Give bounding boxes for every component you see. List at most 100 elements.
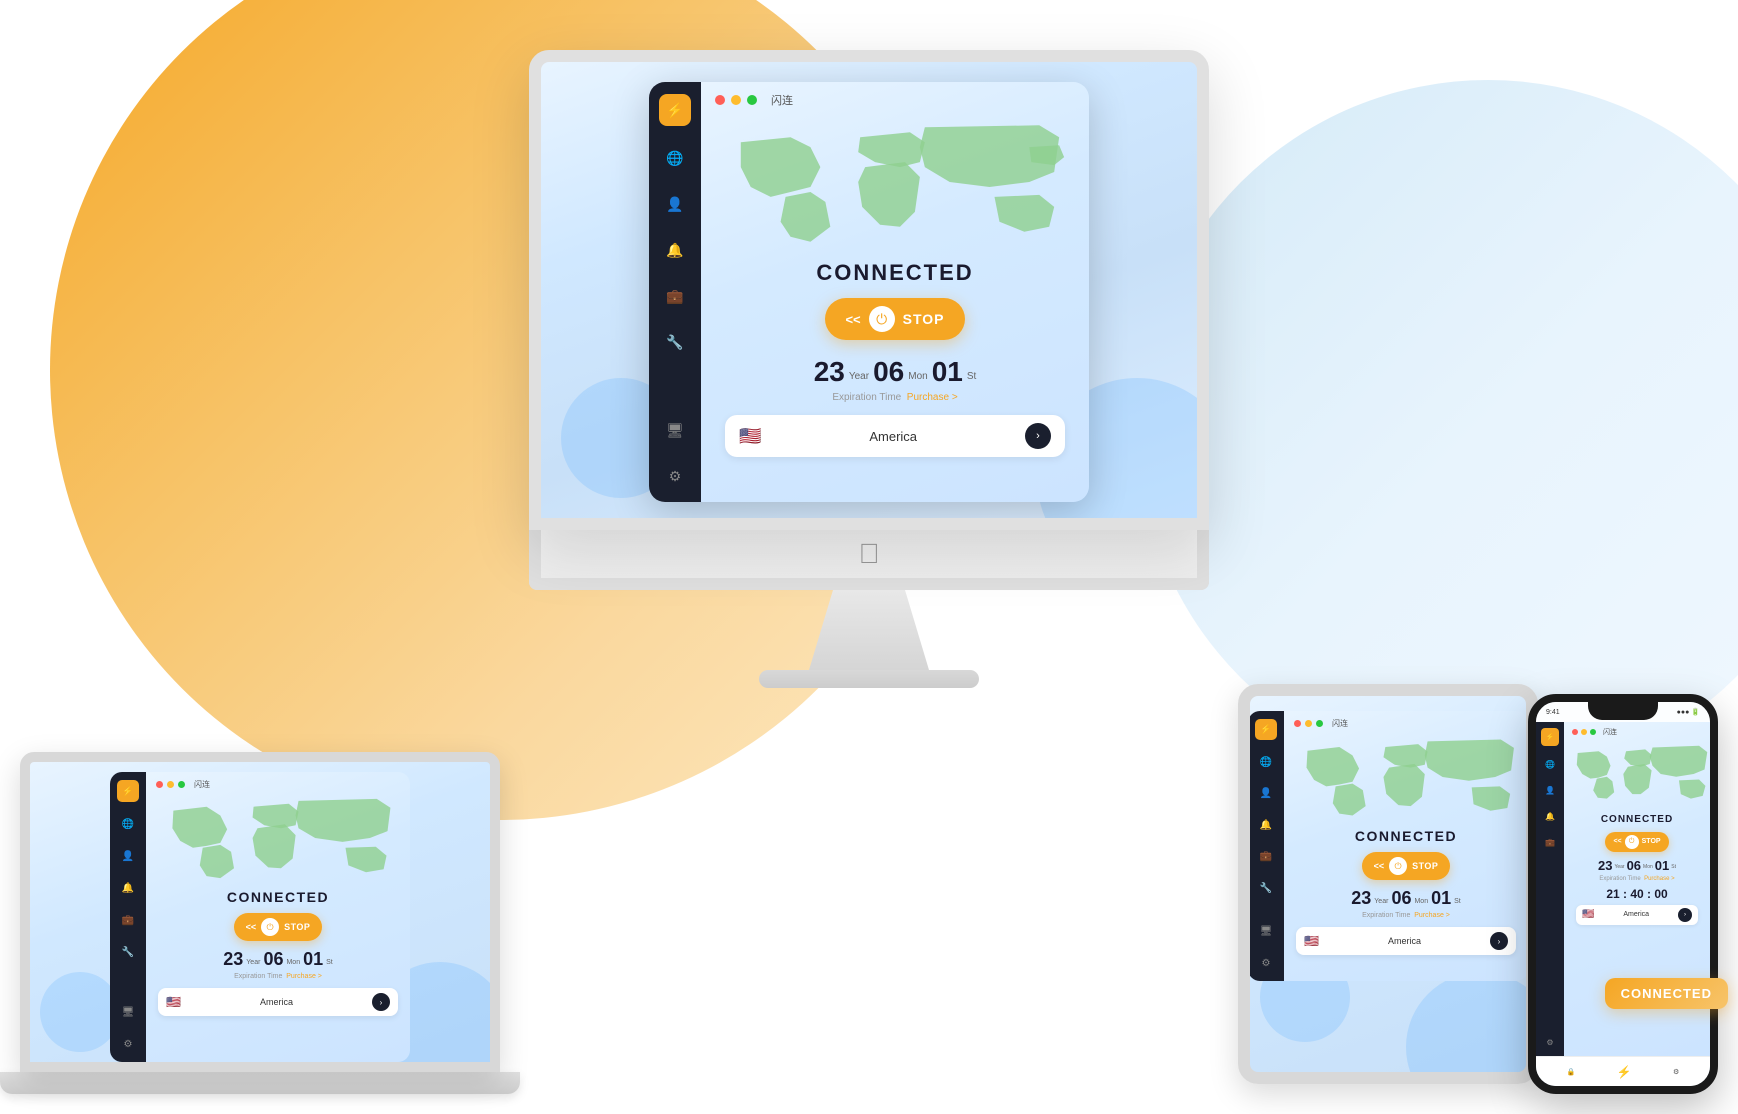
sidebar-icon-user[interactable]: 👤 <box>661 190 689 218</box>
content-tablet: CONNECTED << ⏻ STOP 23 Year 06 <box>1284 822 1528 963</box>
sidebar-icon-globe[interactable]: 🌐 <box>661 144 689 172</box>
sidebar-settings-phone[interactable]: ⚙ <box>1542 1034 1558 1050</box>
map-tablet <box>1284 732 1528 822</box>
content-phone: CONNECTED << ⏻ STOP 23 Year 06 Mon <box>1564 809 1710 930</box>
dy-num-phone: 01 <box>1655 858 1669 873</box>
stop-btn-tablet[interactable]: << ⏻ STOP <box>1362 852 1451 880</box>
status-tablet: CONNECTED <box>1296 828 1516 844</box>
sidebar-screen-laptop[interactable]: 🖥 <box>118 1002 138 1022</box>
sidebar-bell-phone[interactable]: 🔔 <box>1542 808 1558 824</box>
sidebar-icon-briefcase[interactable]: 💼 <box>661 282 689 310</box>
purchase-phone[interactable]: Purchase > <box>1644 876 1675 882</box>
titlebar-laptop: 闪连 <box>146 772 410 793</box>
region-tablet: America <box>1324 936 1485 946</box>
purchase-link-desktop[interactable]: Purchase > <box>907 392 958 403</box>
dot-red-laptop <box>156 781 163 788</box>
appname-phone: 闪连 <box>1603 727 1617 737</box>
sidebar-globe-laptop[interactable]: 🌐 <box>118 814 138 834</box>
tablet-screen: ⚡ 🌐 👤 🔔 💼 🔧 🖥 ⚙ 闪连 <box>1238 684 1538 1084</box>
chevrons-desktop: << <box>845 312 860 327</box>
sidebar-settings-tablet[interactable]: ⚙ <box>1256 953 1276 973</box>
expiry-caption-text-desktop: Expiration Time <box>832 392 901 403</box>
sidebar-icon-wrench[interactable]: 🔧 <box>661 328 689 356</box>
stop-label-phone: STOP <box>1642 838 1661 845</box>
dot-yellow-tablet <box>1305 720 1312 727</box>
stop-container-tablet: << ⏻ STOP <box>1296 852 1516 888</box>
sidebar-brief-phone[interactable]: 💼 <box>1542 834 1558 850</box>
yr-num-tablet: 23 <box>1351 888 1371 909</box>
status-phone: CONNECTED <box>1572 814 1702 825</box>
map-svg-phone <box>1564 739 1710 809</box>
imac-device: ⚡ 🌐 👤 🔔 💼 🔧 🖥 ⚙ <box>529 50 1209 688</box>
stop-btn-container-desktop: << ⏻ STOP <box>721 298 1069 340</box>
expiry-day-num-desktop: 01 <box>932 356 963 388</box>
bottom-icon-3: ⚙ <box>1673 1068 1679 1076</box>
sidebar-user-laptop[interactable]: 👤 <box>118 846 138 866</box>
expiry-month-label-desktop: Mon <box>908 371 927 382</box>
flag-laptop: 🇺🇸 <box>166 995 181 1009</box>
power-icon-desktop: ⏻ <box>869 306 895 332</box>
dot-yellow-desktop[interactable] <box>731 95 741 105</box>
arrow-tablet[interactable]: › <box>1490 932 1508 950</box>
vpn-logo-desktop: ⚡ <box>659 94 691 126</box>
apple-logo:  <box>859 538 880 570</box>
sidebar-icon-screen[interactable]: 🖥 <box>661 416 689 444</box>
expiry-caption-desktop: Expiration Time Purchase > <box>721 392 1069 403</box>
region-phone: America <box>1597 911 1675 918</box>
stop-btn-phone[interactable]: << ⏻ STOP <box>1605 832 1668 852</box>
sidebar-bell-tablet[interactable]: 🔔 <box>1256 815 1276 835</box>
purchase-laptop[interactable]: Purchase > <box>286 973 322 980</box>
titlebar-phone: 闪连 <box>1564 722 1710 739</box>
phone-device: 9:41 ●●● 🔋 ⚡ 🌐 👤 🔔 💼 ⚙ <box>1528 694 1718 1094</box>
region-arrow-desktop[interactable]: › <box>1025 423 1051 449</box>
sidebar-brief-laptop[interactable]: 💼 <box>118 910 138 930</box>
appname-tablet: 闪连 <box>1332 718 1348 729</box>
expiry-year-label-desktop: Year <box>849 371 869 382</box>
stop-button-desktop[interactable]: << ⏻ STOP <box>825 298 964 340</box>
logo-tablet: ⚡ <box>1255 719 1277 740</box>
exp-caption-tablet: Expiration Time Purchase > <box>1296 912 1516 919</box>
sidebar-user-phone[interactable]: 👤 <box>1542 782 1558 798</box>
expiry-year-num-desktop: 23 <box>814 356 845 388</box>
stop-btn-laptop[interactable]: << ⏻ STOP <box>234 913 323 941</box>
dy-num-tablet: 01 <box>1431 888 1451 909</box>
sidebar-settings-laptop[interactable]: ⚙ <box>118 1034 138 1054</box>
sidebar-brief-tablet[interactable]: 💼 <box>1256 847 1276 867</box>
map-phone <box>1564 739 1710 809</box>
dot-green-phone <box>1590 729 1596 735</box>
dot-green-tablet <box>1316 720 1323 727</box>
main-tablet: 闪连 CONNECTED <box>1284 711 1528 981</box>
sidebar-wrench-laptop[interactable]: 🔧 <box>118 942 138 962</box>
sidebar-globe-tablet[interactable]: 🌐 <box>1256 752 1276 772</box>
mo-num-tablet: 06 <box>1391 888 1411 909</box>
dot-green-desktop[interactable] <box>747 95 757 105</box>
imac-screen: ⚡ 🌐 👤 🔔 💼 🔧 🖥 ⚙ <box>529 50 1209 530</box>
vpn-content-desktop: CONNECTED << ⏻ STOP 23 Year <box>701 252 1089 469</box>
phone-inner: 9:41 ●●● 🔋 ⚡ 🌐 👤 🔔 💼 ⚙ <box>1536 702 1710 1086</box>
dot-red-desktop[interactable] <box>715 95 725 105</box>
region-row-desktop: 🇺🇸 America › <box>725 415 1065 457</box>
power-tablet: ⏻ <box>1389 857 1407 875</box>
yr-num-phone: 23 <box>1598 858 1612 873</box>
arrow-laptop[interactable]: › <box>372 993 390 1011</box>
world-map-svg-desktop <box>701 112 1089 252</box>
sidebar-icon-settings[interactable]: ⚙ <box>661 462 689 490</box>
map-svg-tablet <box>1284 732 1528 822</box>
purchase-tablet[interactable]: Purchase > <box>1414 912 1450 919</box>
flag-icon-desktop: 🇺🇸 <box>739 426 761 447</box>
sidebar-wrench-tablet[interactable]: 🔧 <box>1256 878 1276 898</box>
sidebar-icon-bell[interactable]: 🔔 <box>661 236 689 264</box>
mo-label-tablet: Mon <box>1414 898 1428 905</box>
vpn-app-laptop: ⚡ 🌐 👤 🔔 💼 🔧 🖥 ⚙ 闪连 <box>110 772 410 1062</box>
exp-caption-laptop: Expiration Time Purchase > <box>158 973 398 980</box>
expiry-row-laptop: 23 Year 06 Mon 01 St <box>158 949 398 970</box>
sidebar-user-tablet[interactable]: 👤 <box>1256 784 1276 804</box>
vpn-app-tablet: ⚡ 🌐 👤 🔔 💼 🔧 🖥 ⚙ 闪连 <box>1248 711 1528 981</box>
mo-label-phone: Mon <box>1643 864 1653 870</box>
scene: ⚡ 🌐 👤 🔔 💼 🔧 🖥 ⚙ <box>0 0 1738 1114</box>
arrow-phone[interactable]: › <box>1678 908 1692 922</box>
sidebar-screen-tablet[interactable]: 🖥 <box>1256 922 1276 942</box>
sidebar-bell-laptop[interactable]: 🔔 <box>118 878 138 898</box>
sidebar-globe-phone[interactable]: 🌐 <box>1542 756 1558 772</box>
stop-text-desktop: STOP <box>903 311 945 327</box>
